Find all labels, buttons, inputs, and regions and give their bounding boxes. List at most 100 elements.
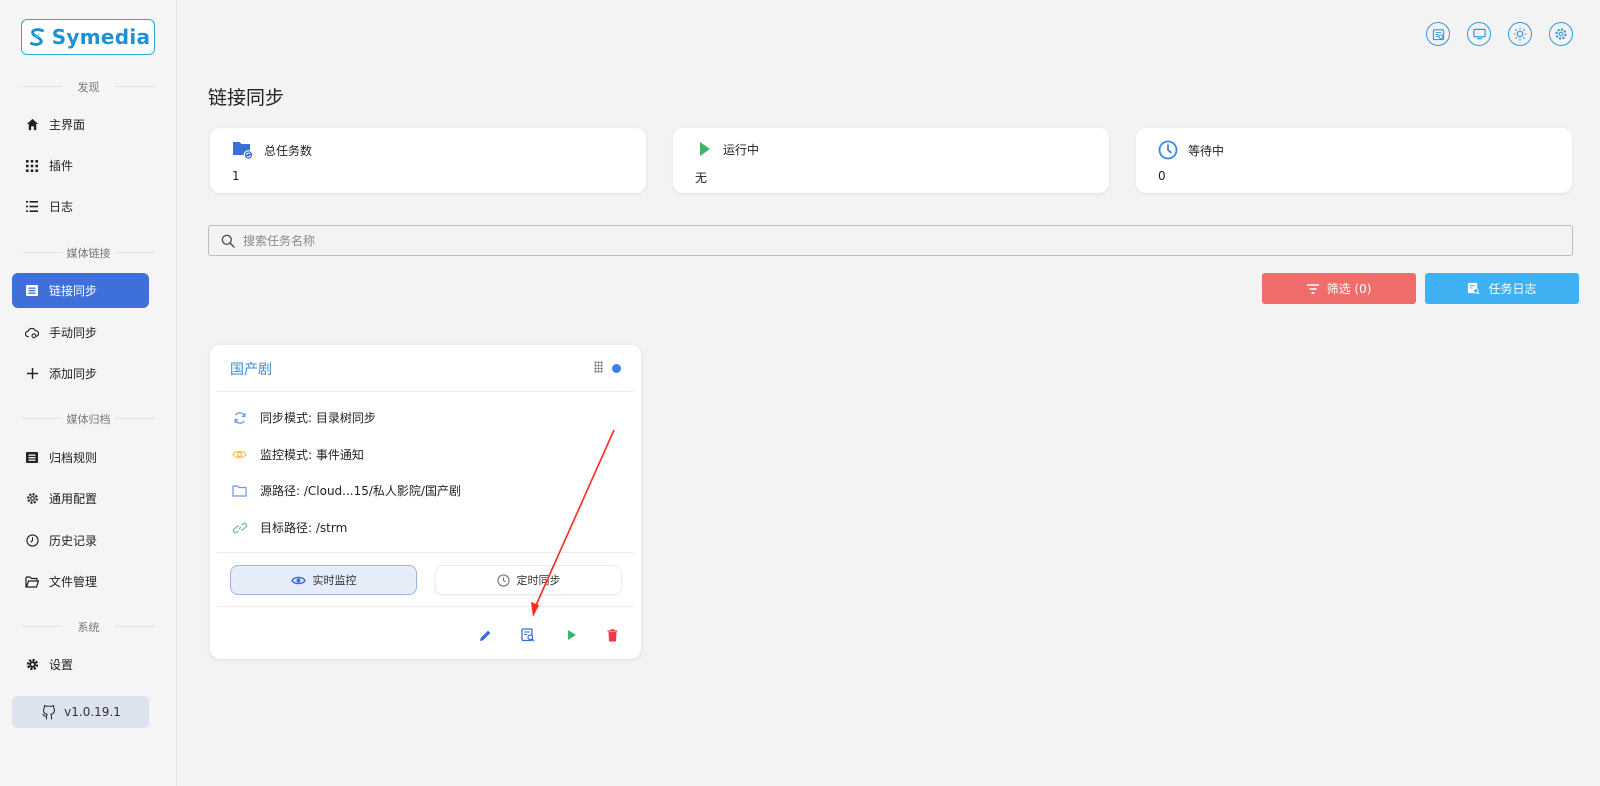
sync-mode-text: 同步模式: 目录树同步: [260, 411, 376, 425]
edit-button[interactable]: [475, 625, 495, 645]
log-search-icon: [1468, 282, 1480, 295]
stat-label: 等待中: [1188, 143, 1225, 158]
stat-running: 运行中 无: [673, 128, 1109, 193]
log-search-icon: [521, 628, 535, 642]
stat-waiting: 等待中 0: [1136, 128, 1572, 193]
grid-icon: [25, 159, 39, 173]
gear-icon: [1555, 28, 1567, 40]
sidebar-item-label: 链接同步: [49, 284, 98, 298]
settings-button[interactable]: [1549, 22, 1573, 46]
play-icon: [567, 630, 576, 640]
sidebar-item-plugins[interactable]: 插件: [12, 148, 149, 183]
folder-icon: [232, 483, 247, 498]
sync-mode-row: 同步模式: 目录树同步: [232, 409, 376, 426]
task-log-button[interactable]: 任务日志: [1425, 273, 1579, 304]
divider: [217, 606, 634, 607]
folder-open-icon: [25, 575, 39, 589]
sidebar-item-file-manager[interactable]: 文件管理: [12, 564, 149, 599]
search-box[interactable]: [208, 225, 1573, 256]
divider: [217, 391, 634, 392]
cloud-sync-icon: [25, 326, 39, 340]
play-icon: [700, 142, 710, 156]
filter-button[interactable]: 筛选 (0): [1262, 273, 1416, 304]
sidebar-item-label: 添加同步: [49, 367, 98, 381]
target-path-text: 目标路径: /strm: [260, 521, 348, 535]
section-discover: 发现: [0, 79, 177, 95]
sidebar-item-label: 日志: [49, 200, 74, 214]
stat-label: 运行中: [723, 142, 760, 157]
sidebar-item-label: 归档规则: [49, 451, 98, 465]
monitor-mode-row: 监控模式: 事件通知: [232, 446, 364, 463]
table-icon: [25, 451, 39, 465]
sidebar-item-archive-rules[interactable]: 归档规则: [12, 440, 149, 475]
brand-logo[interactable]: Symedia: [21, 19, 155, 55]
section-media-archive: 媒体归档: [0, 411, 177, 427]
clock-icon: [25, 534, 39, 548]
stat-total-tasks: 总任务数 1: [210, 128, 646, 193]
stat-value: 1: [232, 169, 240, 183]
sidebar-item-label: 通用配置: [49, 492, 98, 506]
sidebar-item-logs[interactable]: 日志: [12, 189, 149, 224]
brand-name: Symedia: [51, 25, 151, 49]
stat-value: 无: [695, 171, 708, 185]
task-name[interactable]: 国产剧: [230, 359, 272, 379]
stat-label: 总任务数: [264, 143, 313, 158]
schedule-button[interactable]: [1426, 22, 1450, 46]
search-input[interactable]: [243, 233, 1543, 248]
monitor-button[interactable]: [1467, 22, 1491, 46]
sync-icon: [232, 410, 247, 425]
section-system: 系统: [0, 619, 177, 635]
page-title: 链接同步: [208, 87, 285, 109]
home-icon: [25, 118, 39, 132]
section-media-link: 媒体链接: [0, 245, 177, 261]
link-icon: [232, 520, 247, 535]
version-badge[interactable]: v1.0.19.1: [12, 696, 149, 728]
sidebar-item-link-sync[interactable]: 链接同步: [12, 273, 149, 308]
realtime-monitor-label: 实时监控: [312, 574, 357, 587]
sidebar-item-general-config[interactable]: 通用配置: [12, 481, 149, 516]
sidebar-item-add-sync[interactable]: 添加同步: [12, 356, 149, 391]
list-icon: [25, 200, 39, 214]
sidebar-item-label: 历史记录: [49, 534, 98, 548]
trash-icon: [607, 628, 617, 641]
plus-icon: [25, 367, 39, 381]
gear-icon: [25, 658, 39, 672]
run-button[interactable]: [561, 625, 581, 645]
status-dot: [612, 364, 621, 373]
symedia-logo-icon: [29, 28, 44, 46]
calendar-clock-icon: [1432, 28, 1444, 40]
source-path-text: 源路径: /Cloud...15/私人影院/国产剧: [260, 484, 461, 498]
sidebar-item-label: 插件: [49, 159, 74, 173]
scheduled-sync-label: 定时同步: [516, 574, 561, 587]
table-icon: [25, 284, 39, 298]
monitor-icon: [1472, 28, 1486, 40]
eye-icon: [232, 447, 247, 462]
sidebar-item-history[interactable]: 历史记录: [12, 523, 149, 558]
task-log-button-label: 任务日志: [1488, 282, 1537, 296]
monitor-mode-text: 监控模式: 事件通知: [260, 448, 364, 462]
sidebar-item-manual-sync[interactable]: 手动同步: [12, 315, 149, 350]
divider: [217, 552, 634, 553]
theme-toggle-button[interactable]: [1508, 22, 1532, 46]
sun-icon: [1513, 27, 1527, 41]
version-text: v1.0.19.1: [64, 705, 121, 719]
eye-icon: [290, 576, 306, 584]
gear-outline-icon: [25, 492, 39, 506]
view-log-button[interactable]: [518, 625, 538, 645]
sidebar: Symedia 发现 主界面 插件 日志 媒体链接 链接同步 手动同步 添加同步…: [0, 0, 177, 786]
pencil-icon: [479, 630, 490, 641]
task-card: 国产剧 同步模式: 目录树同步 监控模式: 事件通知 源路径: /Cloud..…: [210, 345, 641, 659]
sidebar-item-label: 手动同步: [49, 326, 98, 340]
stat-value: 0: [1158, 169, 1166, 183]
delete-button[interactable]: [602, 625, 622, 645]
drag-handle-icon[interactable]: [594, 361, 603, 373]
sidebar-item-settings[interactable]: 设置: [12, 647, 149, 682]
sidebar-item-label: 文件管理: [49, 575, 98, 589]
realtime-monitor-button[interactable]: 实时监控: [230, 565, 417, 595]
scheduled-sync-button[interactable]: 定时同步: [435, 565, 622, 595]
sidebar-item-home[interactable]: 主界面: [12, 107, 149, 142]
filter-button-label: 筛选 (0): [1326, 282, 1372, 296]
folder-sync-icon: [233, 142, 254, 160]
source-path-row: 源路径: /Cloud...15/私人影院/国产剧: [232, 482, 461, 499]
clock-icon: [496, 573, 510, 587]
